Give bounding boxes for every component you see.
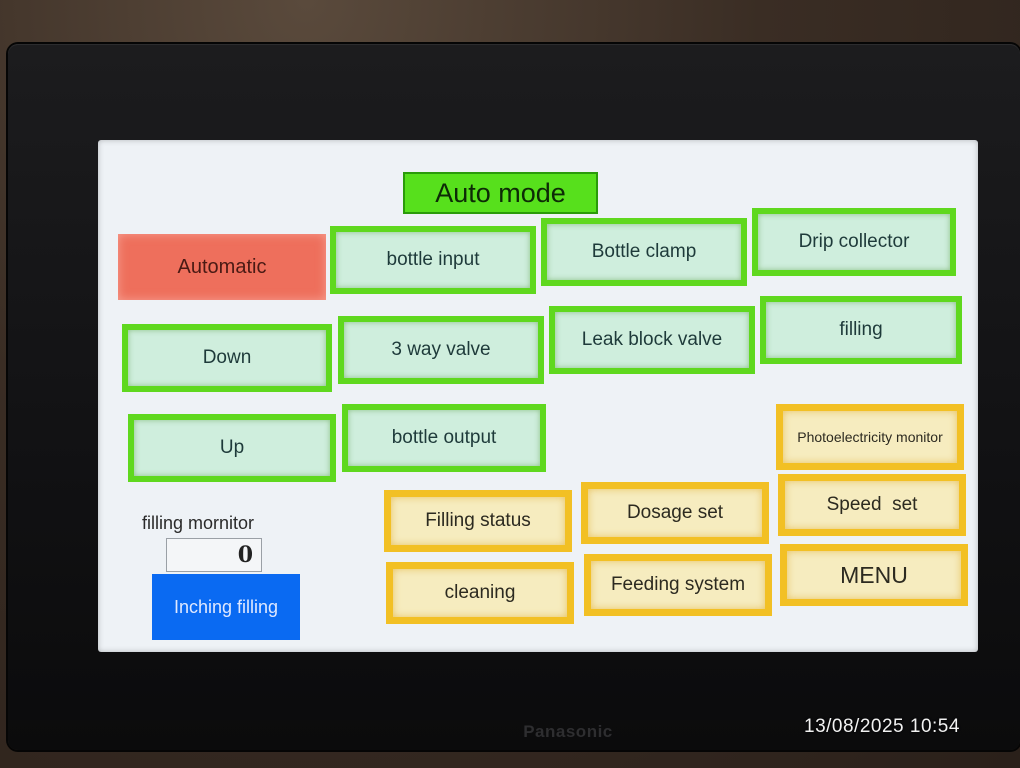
dosage-set-label: Dosage set xyxy=(588,489,762,537)
leak-block-valve-label: Leak block valve xyxy=(555,312,749,368)
filling-label: filling xyxy=(766,302,956,358)
bottle-input-button[interactable]: bottle input xyxy=(330,226,536,294)
menu-button[interactable]: MENU xyxy=(780,544,968,606)
cleaning-label: cleaning xyxy=(393,569,567,617)
cleaning-button[interactable]: cleaning xyxy=(386,562,574,624)
bottle-clamp-button[interactable]: Bottle clamp xyxy=(541,218,747,286)
bottle-output-label: bottle output xyxy=(348,410,540,466)
speed-set-label: Speed set xyxy=(785,481,959,529)
filling-status-button[interactable]: Filling status xyxy=(384,490,572,552)
photo-timestamp: 13/08/2025 10:54 xyxy=(804,716,960,737)
feeding-system-button[interactable]: Feeding system xyxy=(584,554,772,616)
filling-status-label: Filling status xyxy=(391,497,565,545)
bottle-clamp-label: Bottle clamp xyxy=(547,224,741,280)
automatic-button[interactable]: Automatic xyxy=(118,234,326,300)
down-label: Down xyxy=(128,330,326,386)
page-title: Auto mode xyxy=(403,172,598,214)
up-label: Up xyxy=(134,420,330,476)
three-way-valve-label: 3 way valve xyxy=(344,322,538,378)
filling-monitor-value: 0 xyxy=(166,538,262,572)
drip-collector-button[interactable]: Drip collector xyxy=(752,208,956,276)
filling-button[interactable]: filling xyxy=(760,296,962,364)
drip-collector-label: Drip collector xyxy=(758,214,950,270)
hmi-screen: Auto mode Automatic bottle input Bottle … xyxy=(98,140,978,652)
inching-filling-button[interactable]: Inching filling xyxy=(152,574,300,640)
feeding-system-label: Feeding system xyxy=(591,561,765,609)
photoelectricity-monitor-button[interactable]: Photoelectricity monitor xyxy=(776,404,964,470)
menu-label: MENU xyxy=(787,551,961,599)
speed-set-button[interactable]: Speed set xyxy=(778,474,966,536)
dosage-set-button[interactable]: Dosage set xyxy=(581,482,769,544)
leak-block-valve-button[interactable]: Leak block valve xyxy=(549,306,755,374)
bottle-output-button[interactable]: bottle output xyxy=(342,404,546,472)
down-button[interactable]: Down xyxy=(122,324,332,392)
filling-monitor-label: filling mornitor xyxy=(142,513,255,533)
bottle-input-label: bottle input xyxy=(336,232,530,288)
photoelectricity-monitor-label: Photoelectricity monitor xyxy=(783,411,957,463)
brand-logo: Panasonic xyxy=(523,722,613,741)
three-way-valve-button[interactable]: 3 way valve xyxy=(338,316,544,384)
up-button[interactable]: Up xyxy=(128,414,336,482)
